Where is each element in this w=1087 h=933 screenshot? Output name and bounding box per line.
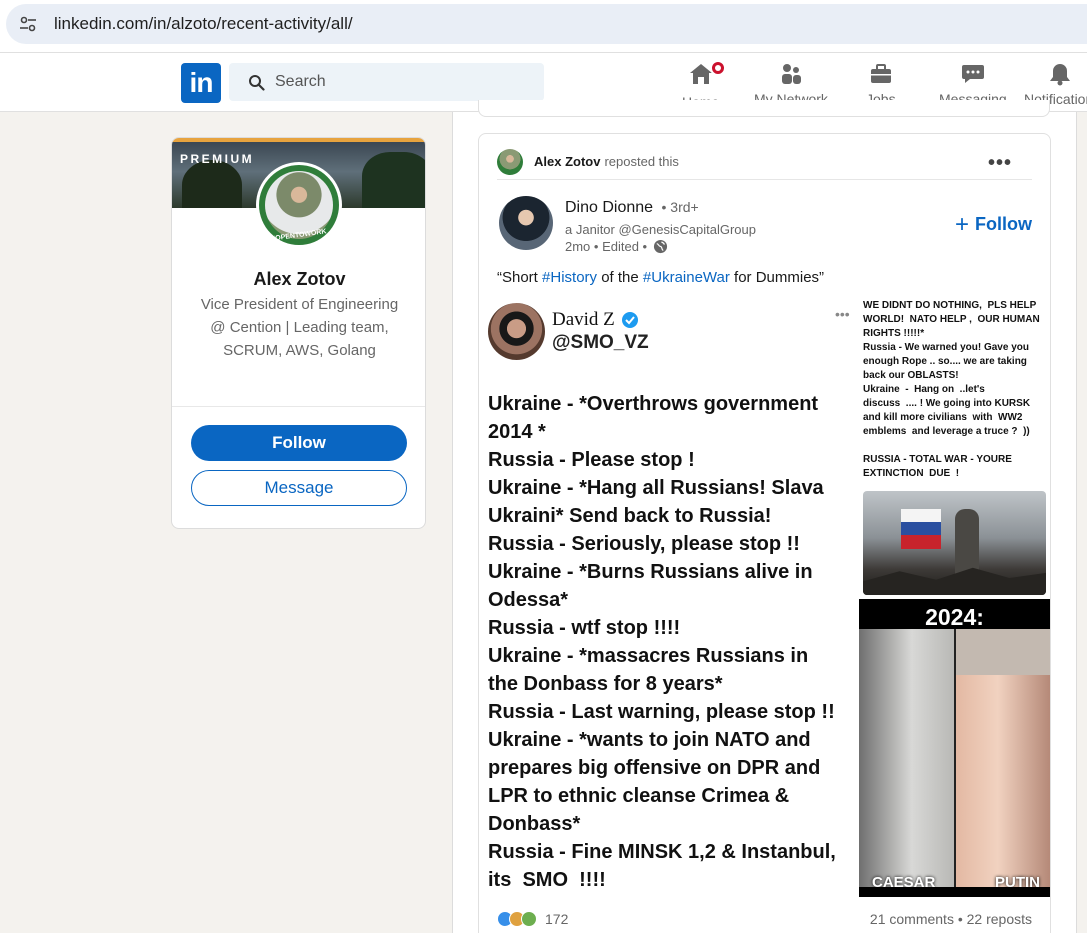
side-line (863, 439, 1049, 453)
hashtag-ukrainewar[interactable]: #UkraineWar (643, 269, 730, 286)
globe-icon (654, 239, 668, 254)
repost-header: Alex Zotov reposted this ••• (497, 144, 1032, 180)
feed-post: Alex Zotov reposted this ••• Dino Dionne… (478, 133, 1051, 933)
hashtag-history[interactable]: #History (542, 269, 597, 286)
message-button[interactable]: Message (191, 470, 407, 506)
premium-label: PREMIUM (180, 152, 255, 166)
search-input[interactable]: Search (229, 63, 544, 101)
reposter-name[interactable]: Alex Zotov (534, 154, 600, 169)
plus-icon: + (955, 210, 970, 238)
search-icon (249, 74, 265, 91)
tweet-menu-icon: ••• (835, 306, 850, 322)
tweet-text: Ukraine - *Overthrows government 2014 * … (488, 390, 848, 894)
reactions-count: 172 (545, 911, 569, 927)
search-placeholder: Search (275, 73, 326, 90)
network-icon (781, 64, 801, 84)
divider (172, 406, 425, 407)
browser-address-bar: linkedin.com/in/alzoto/recent-activity/a… (0, 0, 1087, 52)
meme-label-left: CAESAR (872, 874, 936, 891)
bell-icon (1050, 64, 1070, 86)
tweet-line: Russia - Fine MINSK 1,2 & Instanbul, its… (488, 841, 836, 891)
connection-degree: • 3rd+ (661, 199, 699, 215)
author-headline: a Janitor @GenesisCapitalGroup (565, 222, 756, 237)
follow-author-button[interactable]: + Follow (955, 210, 1033, 238)
caption-text: of the (597, 269, 643, 286)
reposter-avatar[interactable] (497, 148, 523, 175)
side-line: RUSSIA - TOTAL WAR - YOURE EXTINCTION DU… (863, 454, 1012, 479)
comments-reposts-count[interactable]: 21 comments • 22 reposts (870, 911, 1032, 927)
tweet-line: Russia - Please stop ! (488, 449, 695, 471)
meme-year: 2024: (925, 604, 984, 630)
tweet-line: Ukraine - *massacres Russians in the Don… (488, 645, 809, 695)
caption-text: for Dummies” (729, 269, 825, 286)
profile-headline: Vice President of Engineering @ Cention … (200, 296, 399, 359)
tweet-line: Ukraine - *Overthrows government 2014 * (488, 393, 819, 443)
russian-flag-icon (901, 509, 941, 549)
caesar-putin-meme: 2024: CAESAR PUTIN (859, 599, 1050, 897)
meme-label-right: PUTIN (995, 874, 1040, 891)
tweet-author: David Z (552, 309, 639, 331)
url-text: linkedin.com/in/alzoto/recent-activity/a… (54, 14, 353, 33)
site-settings-icon[interactable] (18, 14, 38, 34)
soldier-flag-image (863, 491, 1046, 595)
linkedin-logo-icon[interactable]: in (181, 63, 221, 103)
profile-name[interactable]: Alex Zotov (172, 269, 425, 290)
celebrate-reaction-icon (521, 911, 537, 927)
tweet-line: Ukraine - *Hang all Russians! Slava Ukra… (488, 477, 824, 527)
tweet-line: Russia - Seriously, please stop !! (488, 533, 800, 555)
post-menu-icon[interactable]: ••• (988, 153, 1012, 173)
tweet-line: Ukraine - *Burns Russians alive in Odess… (488, 561, 813, 611)
side-line: WE DIDNT DO NOTHING, PLS HELP WORLD! NAT… (863, 300, 1040, 339)
caption-text: “Short (497, 269, 543, 286)
side-line: Russia - We warned you! Gave you enough … (863, 342, 1029, 381)
repost-verb: reposted this (604, 154, 679, 169)
previous-post-edge (478, 100, 1050, 117)
author-name[interactable]: Dino Dionne (565, 199, 653, 216)
tweet-line: Russia - Last warning, please stop !! (488, 701, 835, 723)
profile-avatar[interactable]: #OPENTOWORK (256, 162, 342, 248)
post-meta: 2mo • Edited • (565, 239, 668, 254)
social-counts: 172 21 comments • 22 reposts (497, 908, 1032, 930)
notification-badge (709, 60, 726, 76)
side-line: Ukraine - Hang on ..let's discuss .... !… (863, 384, 1031, 437)
post-image[interactable]: David Z @SMO_VZ ••• Ukraine - *Overthrow… (487, 294, 1050, 899)
tweet-name: David Z (552, 309, 615, 330)
url-field[interactable]: linkedin.com/in/alzoto/recent-activity/a… (6, 4, 1087, 44)
tweet-avatar (488, 303, 545, 360)
follow-author-label: Follow (975, 214, 1033, 234)
author-name-line[interactable]: Dino Dionne • 3rd+ (565, 199, 699, 217)
side-caption: WE DIDNT DO NOTHING, PLS HELP WORLD! NAT… (863, 299, 1049, 481)
post-caption: “Short #History of the #UkraineWar for D… (497, 269, 824, 286)
profile-card: PREMIUM #OPENTOWORK Alex Zotov Vice Pres… (171, 137, 426, 529)
author-avatar[interactable] (499, 196, 553, 250)
verified-icon (621, 312, 638, 328)
tweet-line: Ukraine - *wants to join NATO and prepar… (488, 729, 821, 835)
tweet-line: Russia - wtf stop !!!! (488, 617, 681, 639)
post-time: 2mo • Edited • (565, 239, 648, 254)
follow-button[interactable]: Follow (191, 425, 407, 461)
messaging-icon (961, 65, 984, 83)
reactions-summary[interactable]: 172 (497, 911, 568, 927)
briefcase-icon (870, 64, 891, 83)
tweet-handle: @SMO_VZ (552, 332, 649, 353)
